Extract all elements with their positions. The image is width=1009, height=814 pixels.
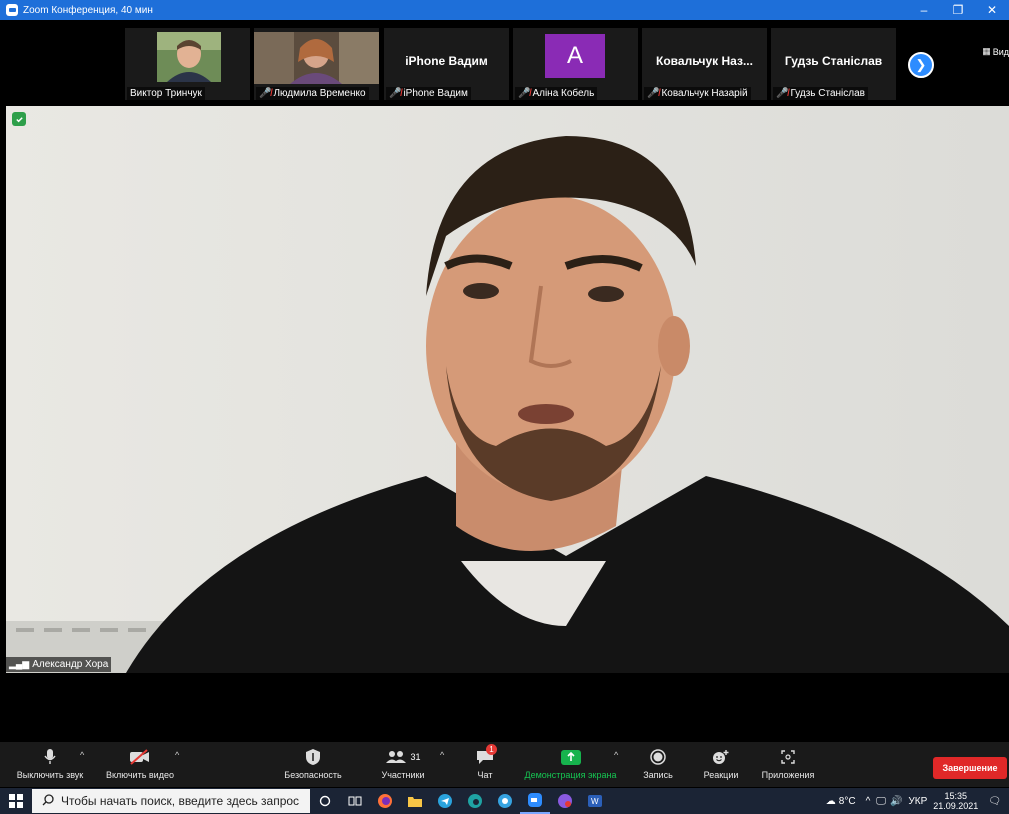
microphone-icon [43, 746, 57, 768]
participant-name-tag: 🎤̸ Аліна Кобель [515, 87, 598, 100]
firefox-icon[interactable] [370, 788, 400, 814]
participant-tile[interactable]: A 🎤̸ Аліна Кобель [513, 28, 638, 100]
windows-taskbar: Чтобы начать поиск, введите здесь запрос… [0, 788, 1009, 814]
video-button[interactable]: Включить видео [100, 746, 180, 780]
gallery-strip: Виктор Тринчук 🎤̸ Людмила Времeнко iPhon… [0, 20, 1009, 104]
windows-start-icon[interactable] [0, 788, 32, 814]
minimize-button[interactable]: – [907, 0, 941, 20]
share-options-caret[interactable]: ^ [614, 750, 618, 760]
system-tray: ☁ 8°C ^ 🖵 🔊 УКР 15:35 21.09.2021 🗨 [826, 788, 1009, 814]
participant-big-name: Гудзь Станіслав [784, 54, 883, 68]
share-screen-icon [560, 749, 581, 765]
main-video [6, 106, 1009, 673]
check-icon [15, 116, 23, 122]
participant-tile[interactable]: 🎤̸ Людмила Времeнко [254, 28, 379, 100]
window-controls: – ❐ ✕ [907, 0, 1009, 20]
participant-video [157, 32, 221, 82]
chevron-right-icon[interactable]: ❯ [908, 52, 934, 78]
muted-mic-icon: 🎤̸ [389, 88, 402, 99]
notification-icon[interactable]: 🗨 [988, 796, 1001, 807]
zoom-app-icon [6, 4, 18, 16]
participant-big-name: Ковальчук Наз... [656, 54, 753, 68]
muted-mic-icon: 🎤̸ [776, 88, 789, 99]
participants-options-caret[interactable]: ^ [440, 750, 444, 760]
task-view-icon[interactable] [340, 788, 370, 814]
mute-button[interactable]: Выключить звук [10, 746, 90, 780]
word-icon[interactable]: W [580, 788, 610, 814]
video-off-icon [129, 746, 151, 768]
weather-icon[interactable]: ☁ [826, 796, 836, 807]
chat-badge: 1 [486, 744, 497, 755]
audio-options-caret[interactable]: ^ [80, 750, 84, 760]
window-title: Zoom Конференция, 40 мин [23, 4, 153, 16]
record-icon [650, 746, 666, 768]
speaker-video [6, 106, 1009, 673]
close-button[interactable]: ✕ [975, 0, 1009, 20]
zoom-icon[interactable] [520, 788, 550, 814]
participant-name-tag: 🎤̸ Ковальчук Назарій [644, 87, 751, 100]
telegram-icon[interactable] [430, 788, 460, 814]
weather-temp[interactable]: 8°C [839, 796, 856, 807]
muted-mic-icon: 🎤̸ [259, 88, 272, 99]
video-options-caret[interactable]: ^ [175, 750, 179, 760]
participants-count: 31 [410, 752, 421, 762]
apps-icon [780, 746, 796, 768]
participant-tile[interactable]: Виктор Тринчук [125, 28, 250, 100]
participant-tile[interactable]: Гудзь Станіслав 🎤̸ Гудзь Станіслав [771, 28, 896, 100]
muted-mic-icon: 🎤̸ [647, 88, 660, 99]
participant-name-tag: 🎤̸ iPhone Вадим [386, 87, 471, 100]
grid-icon: ▦ [982, 46, 991, 56]
chrome-icon[interactable] [490, 788, 520, 814]
participant-tile[interactable]: iPhone Вадим 🎤̸ iPhone Вадим [384, 28, 509, 100]
record-button[interactable]: Запись [636, 746, 680, 780]
security-button[interactable]: Безопасность [278, 746, 348, 780]
svg-text:W: W [591, 797, 599, 806]
viber-icon[interactable] [550, 788, 580, 814]
speaker-name-tag: ▂▄▆ Александр Хора [6, 657, 112, 672]
meeting-toolbar: Выключить звук ^ Включить видео ^ Безопа… [0, 742, 1009, 787]
share-screen-button[interactable]: Демонстрация экрана [518, 746, 623, 780]
shield-check-icon[interactable] [12, 112, 26, 126]
edge-icon[interactable] [460, 788, 490, 814]
chevron-up-icon[interactable]: ^ [866, 796, 871, 807]
participant-tile[interactable]: Ковальчук Наз... 🎤̸ Ковальчук Назарій [642, 28, 767, 100]
participant-name-tag: 🎤̸ Людмила Времeнко [256, 87, 369, 100]
participant-video [254, 32, 379, 84]
language-indicator[interactable]: УКР [908, 796, 927, 807]
chat-button[interactable]: 1 Чат [465, 744, 505, 780]
zoom-window: Zoom Конференция, 40 мин – ❐ ✕ Виктор Тр… [0, 0, 1009, 814]
participant-name-tag: Виктор Тринчук [127, 87, 205, 100]
reactions-button[interactable]: Реакции [699, 746, 743, 780]
shield-icon [305, 746, 321, 768]
taskbar-search-input[interactable]: Чтобы начать поиск, введите здесь запрос [32, 789, 310, 813]
participant-big-name: iPhone Вадим [405, 54, 488, 68]
file-explorer-icon[interactable] [400, 788, 430, 814]
clock[interactable]: 15:35 21.09.2021 [933, 791, 978, 811]
signal-icon: ▂▄▆ [9, 659, 30, 669]
search-icon [42, 793, 54, 809]
participants-button[interactable]: 31 Участники [368, 746, 438, 780]
title-bar: Zoom Конференция, 40 мин – ❐ ✕ [0, 0, 1009, 20]
volume-icon[interactable]: 🔊 [890, 796, 902, 807]
view-button[interactable]: ▦ Вид [982, 46, 1009, 57]
smiley-plus-icon [712, 746, 730, 768]
letter-avatar: A [545, 34, 605, 78]
cortana-icon[interactable] [310, 788, 340, 814]
apps-button[interactable]: Приложения [758, 746, 818, 780]
participants-icon [386, 751, 407, 763]
muted-mic-icon: 🎤̸ [518, 88, 531, 99]
network-icon[interactable]: 🖵 [876, 796, 886, 807]
end-meeting-button[interactable]: Завершение [933, 757, 1007, 779]
restore-button[interactable]: ❐ [941, 0, 975, 20]
participant-name-tag: 🎤̸ Гудзь Станіслав [773, 87, 868, 100]
